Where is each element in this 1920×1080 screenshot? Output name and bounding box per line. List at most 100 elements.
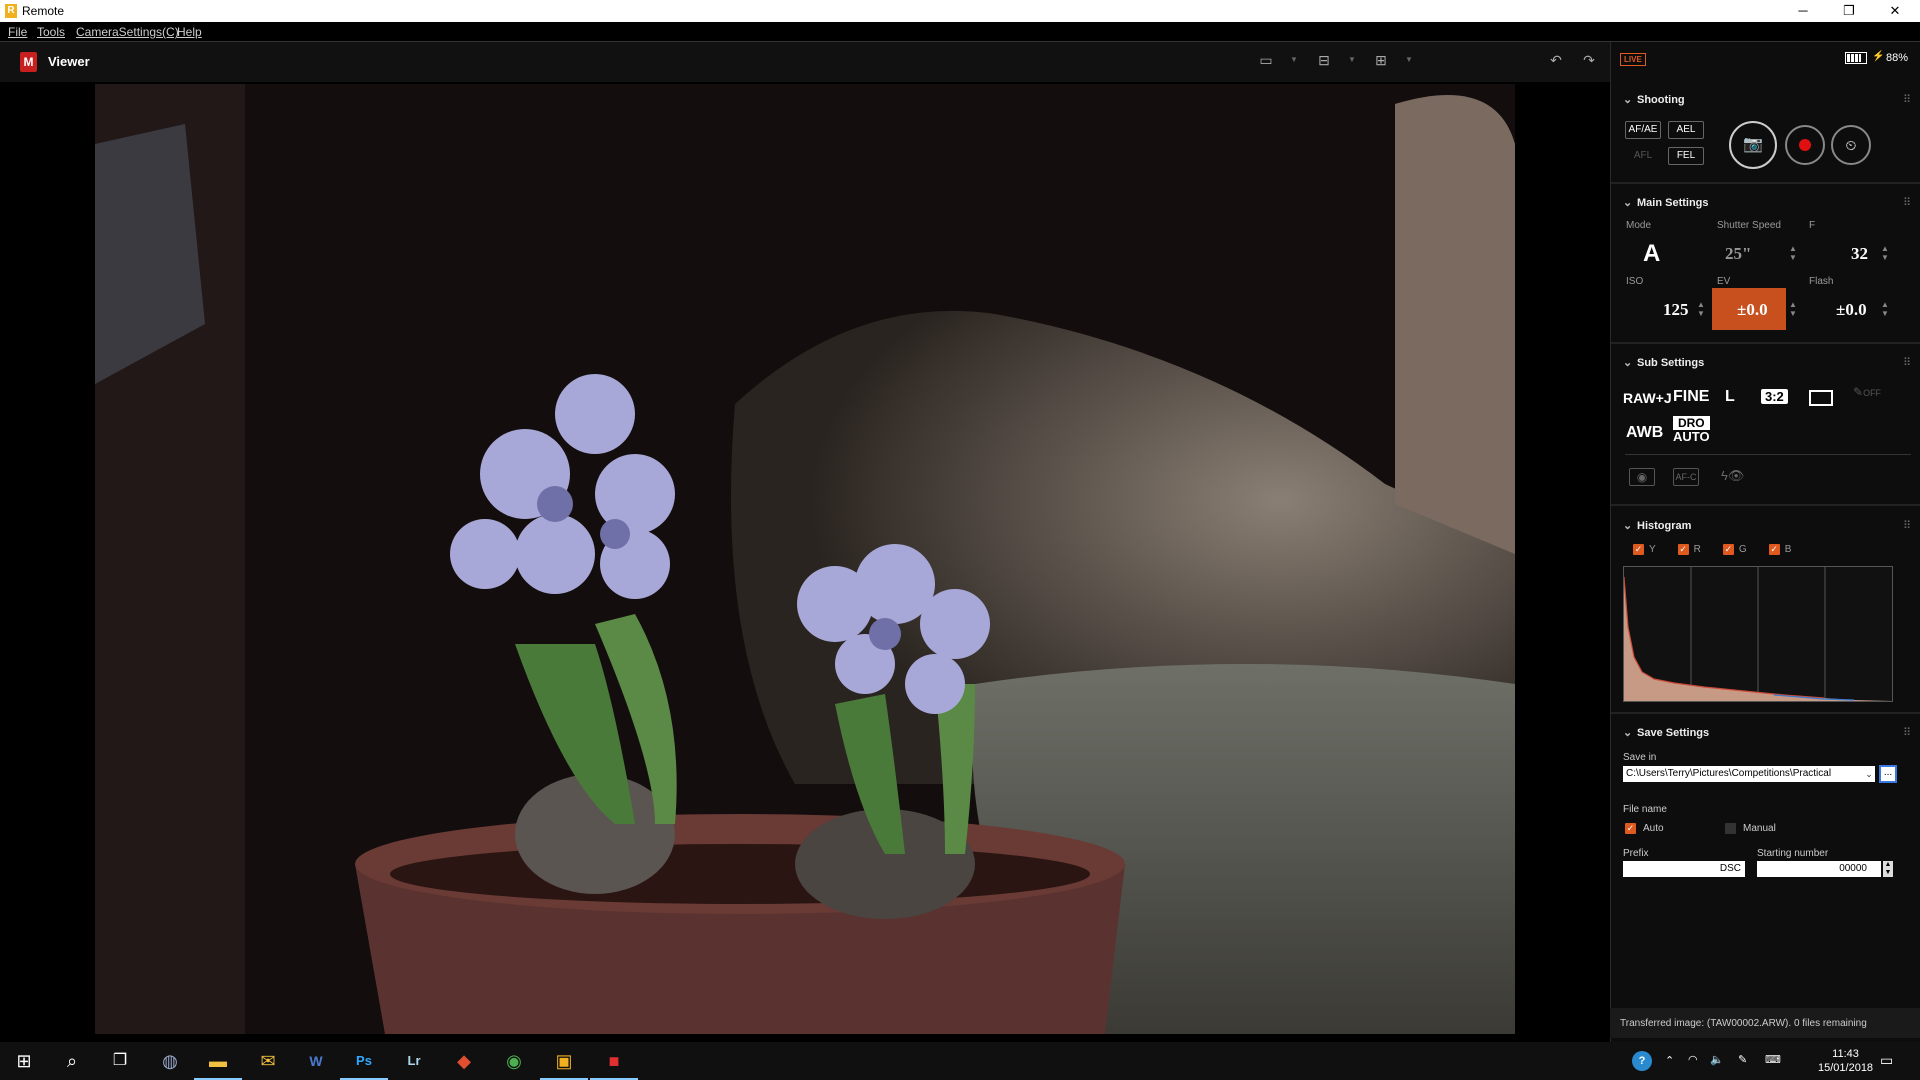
file-explorer-icon[interactable]: ▬ <box>194 1042 242 1080</box>
checkbox-icon[interactable]: ✓ <box>1633 544 1644 555</box>
mail-icon[interactable]: ✉ <box>244 1042 292 1080</box>
live-view-image <box>95 84 1515 1034</box>
starting-number-input[interactable]: 00000 <box>1757 861 1881 877</box>
save-in-select[interactable]: C:\Users\Terry\Pictures\Competitions\Pra… <box>1623 766 1875 782</box>
focus-mode-icon[interactable]: AF-C <box>1673 468 1699 486</box>
drag-handle-icon[interactable]: ⠿ <box>1903 196 1911 209</box>
notifications-icon[interactable]: ▭ <box>1880 1052 1893 1069</box>
white-balance-icon[interactable]: AWB <box>1626 424 1663 442</box>
chevron-up-icon[interactable]: ⌃ <box>1665 1054 1674 1067</box>
auto-label: Auto <box>1643 823 1664 834</box>
aspect-ratio-icon[interactable]: 3:2 <box>1761 389 1788 404</box>
mode-label: Mode <box>1626 220 1652 231</box>
metering-mode-icon[interactable]: ◉ <box>1629 468 1655 486</box>
interval-shooting-button[interactable]: ⏲ <box>1831 125 1871 165</box>
iso-value[interactable]: 125 <box>1663 300 1689 320</box>
image-size-icon[interactable]: L <box>1725 388 1735 406</box>
clock[interactable]: 11:43 15/01/2018 <box>1818 1047 1873 1075</box>
lightroom-icon[interactable]: Lr <box>390 1042 438 1080</box>
sub-settings-header[interactable]: ⌄ Sub Settings <box>1623 356 1704 369</box>
channel-b[interactable]: ✓ B <box>1768 544 1791 555</box>
jpeg-quality-icon[interactable]: FINE <box>1673 388 1709 406</box>
photoshop-icon[interactable]: Ps <box>340 1042 388 1080</box>
channel-label: R <box>1693 544 1701 555</box>
drag-handle-icon[interactable]: ⠿ <box>1903 519 1911 532</box>
histogram-header[interactable]: ⌄ Histogram <box>1623 519 1691 532</box>
browse-button[interactable]: ... <box>1879 765 1897 783</box>
chevron-down-icon[interactable]: ▼ <box>1348 55 1356 64</box>
minimize-button[interactable]: ─ <box>1780 0 1826 22</box>
shutter-button[interactable]: 📷 <box>1729 121 1777 169</box>
shooting-header[interactable]: ⌄ Shooting <box>1623 93 1685 106</box>
volume-icon[interactable]: 🔈 <box>1710 1053 1724 1066</box>
shutter-speed-value[interactable]: 25" <box>1725 244 1751 264</box>
f-value[interactable]: 32 <box>1851 244 1868 264</box>
flash-value[interactable]: ±0.0 <box>1836 300 1867 320</box>
menu-help[interactable]: Help <box>177 25 202 39</box>
record-button[interactable] <box>1785 125 1825 165</box>
restore-button[interactable]: ❐ <box>1826 0 1872 22</box>
panorama-icon[interactable] <box>1809 390 1833 406</box>
checkbox-icon[interactable]: ✓ <box>1722 544 1734 555</box>
chevron-down-icon: ⌄ <box>1623 357 1633 369</box>
chevron-down-icon[interactable]: ▼ <box>1405 55 1413 64</box>
ev-label: EV <box>1717 276 1731 287</box>
word-icon[interactable]: W <box>292 1042 340 1080</box>
starting-number-stepper-icon[interactable]: ▲ ▼ <box>1883 861 1893 877</box>
dro-auto-icon[interactable]: DRO AUTO <box>1673 416 1710 444</box>
search-icon[interactable]: ⌕ <box>48 1042 96 1080</box>
drag-handle-icon[interactable]: ⠿ <box>1903 356 1911 369</box>
drag-handle-icon[interactable]: ⠿ <box>1903 726 1911 739</box>
remote-app-icon[interactable]: ■ <box>590 1042 638 1080</box>
af-ae-button[interactable]: AF/AE <box>1625 121 1661 139</box>
chevron-down-icon[interactable]: ⌄ <box>1863 766 1875 782</box>
mode-value[interactable]: A <box>1643 240 1660 268</box>
rotate-right-icon[interactable]: ↷ <box>1578 52 1600 70</box>
split-view-icon[interactable]: ⊟ <box>1313 52 1335 70</box>
wifi-icon[interactable]: ◠ <box>1688 1053 1698 1066</box>
menu-tools[interactable]: Tools <box>37 25 65 39</box>
checkbox-icon[interactable]: ✓ <box>1677 544 1689 555</box>
shutter-stepper-icon[interactable]: ▲ ▼ <box>1789 244 1797 262</box>
channel-r[interactable]: ✓ R <box>1677 544 1701 555</box>
menu-file[interactable]: File <box>8 25 27 39</box>
single-view-icon[interactable]: ▭ <box>1255 52 1277 70</box>
chrome-icon[interactable]: ◉ <box>490 1042 538 1080</box>
steadyshot-off-icon[interactable]: ✎OFF <box>1853 385 1881 399</box>
flash-stepper-icon[interactable]: ▲ ▼ <box>1881 300 1889 318</box>
clock-date: 15/01/2018 <box>1818 1062 1874 1074</box>
menu-camera-settings[interactable]: CameraSettings(C) <box>76 25 179 39</box>
imaging-edge-icon[interactable]: ▣ <box>540 1042 588 1080</box>
flash-label: Flash <box>1809 276 1834 287</box>
windows-start-icon[interactable]: ⊞ <box>0 1042 48 1080</box>
ev-stepper-icon[interactable]: ▲ ▼ <box>1789 300 1797 318</box>
save-settings-header[interactable]: ⌄ Save Settings <box>1623 726 1709 739</box>
iso-stepper-icon[interactable]: ▲ ▼ <box>1697 300 1705 318</box>
grid-overlay-icon[interactable]: ⊞ <box>1370 52 1392 70</box>
fel-button[interactable]: FEL <box>1668 147 1704 165</box>
task-view-icon[interactable]: ❐ <box>96 1042 144 1080</box>
rotate-left-icon[interactable]: ↶ <box>1545 52 1567 70</box>
auto-checkbox[interactable]: ✓ <box>1625 823 1636 834</box>
file-format-icon[interactable]: RAW+J <box>1623 390 1672 406</box>
manual-checkbox[interactable] <box>1725 823 1736 834</box>
main-settings-header[interactable]: ⌄ Main Settings <box>1623 196 1709 209</box>
chevron-down-icon[interactable]: ▼ <box>1290 55 1298 64</box>
drag-handle-icon[interactable]: ⠿ <box>1903 93 1911 106</box>
afl-button[interactable]: AFL <box>1625 147 1661 165</box>
close-button[interactable]: ✕ <box>1872 0 1918 22</box>
app-icon[interactable]: ◍ <box>146 1042 194 1080</box>
channel-label: G <box>1738 544 1747 555</box>
app-icon[interactable]: ◆ <box>440 1042 488 1080</box>
f-stepper-icon[interactable]: ▲ ▼ <box>1881 244 1889 262</box>
flash-mode-icon[interactable]: ϟ👁 <box>1721 468 1744 484</box>
keyboard-icon[interactable]: ⌨ <box>1765 1053 1781 1066</box>
channel-g[interactable]: ✓ G <box>1722 544 1747 555</box>
prefix-input[interactable]: DSC <box>1623 861 1745 877</box>
pen-icon[interactable]: ✎ <box>1738 1053 1747 1066</box>
ev-value[interactable]: ±0.0 <box>1737 300 1768 320</box>
help-icon[interactable]: ? <box>1632 1051 1652 1071</box>
checkbox-icon[interactable]: ✓ <box>1768 544 1780 555</box>
ael-button[interactable]: AEL <box>1668 121 1704 139</box>
channel-y[interactable]: ✓ Y <box>1633 544 1656 555</box>
